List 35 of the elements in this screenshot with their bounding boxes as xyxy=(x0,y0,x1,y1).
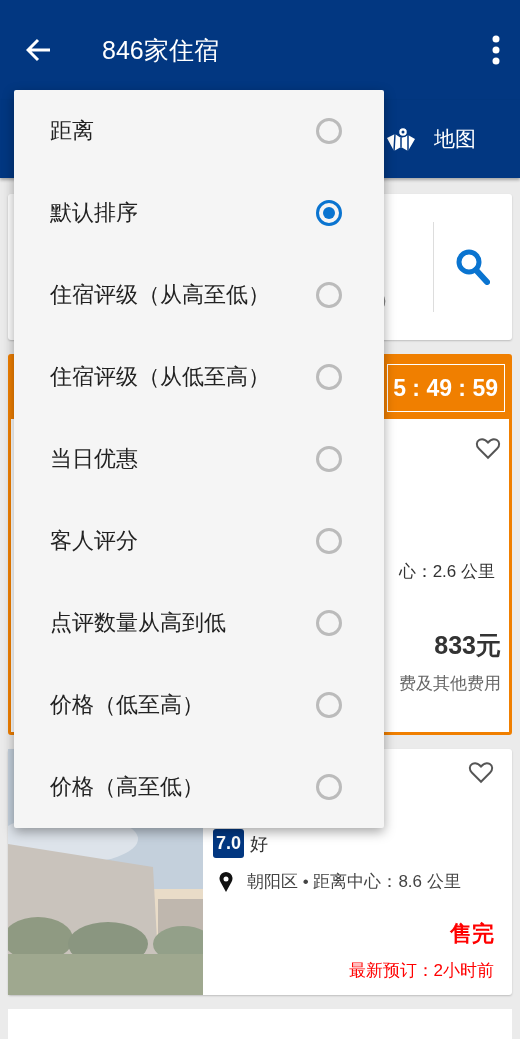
rating-label: 好 xyxy=(250,832,269,856)
distance-text: 心：2.6 公里 xyxy=(398,561,495,583)
radio-button[interactable] xyxy=(316,446,342,472)
radio-button[interactable] xyxy=(316,118,342,144)
sort-option[interactable]: 住宿评级（从低至高） xyxy=(14,336,384,418)
sort-option[interactable]: 距离 xyxy=(14,90,384,172)
heart-icon[interactable] xyxy=(475,435,501,461)
radio-button[interactable] xyxy=(316,200,342,226)
search-icon xyxy=(456,249,490,285)
radio-button[interactable] xyxy=(316,610,342,636)
countdown-timer: 5 : 49 : 59 xyxy=(387,364,505,412)
location-text: 朝阳区 • 距离中心：8.6 公里 xyxy=(247,871,461,893)
radio-button[interactable] xyxy=(316,774,342,800)
page-title: 846家住宿 xyxy=(102,34,220,66)
price-text: 833元 xyxy=(434,630,501,661)
heart-icon[interactable] xyxy=(468,759,494,785)
sort-option[interactable]: 价格（低至高） xyxy=(14,664,384,746)
map-icon xyxy=(386,126,416,152)
sort-option[interactable]: 点评数量从高到低 xyxy=(14,582,384,664)
more-icon[interactable] xyxy=(492,35,500,65)
last-booked-text: 最新预订：2小时前 xyxy=(348,960,494,982)
radio-button[interactable] xyxy=(316,364,342,390)
radio-button[interactable] xyxy=(316,282,342,308)
sold-out-text: 售完 xyxy=(450,920,494,948)
rating-badge: 7.0 xyxy=(213,829,245,858)
sort-option[interactable]: 默认排序 xyxy=(14,172,384,254)
back-icon[interactable] xyxy=(26,38,52,62)
fee-note: 费及其他费用 xyxy=(399,673,501,695)
location-pin-icon xyxy=(219,871,233,892)
radio-button[interactable] xyxy=(316,692,342,718)
radio-button[interactable] xyxy=(316,528,342,554)
sort-option[interactable]: 客人评分 xyxy=(14,500,384,582)
sort-option[interactable]: 价格（高至低） xyxy=(14,746,384,828)
sort-option[interactable]: 当日优惠 xyxy=(14,418,384,500)
sort-option[interactable]: 住宿评级（从高至低） xyxy=(14,254,384,336)
